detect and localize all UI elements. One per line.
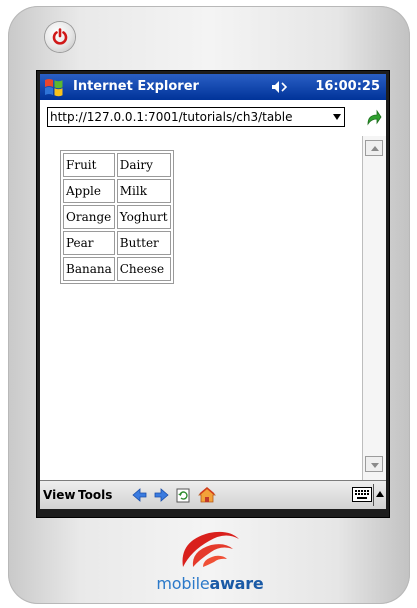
- mobileaware-logo-icon: [182, 531, 239, 567]
- app-title: Internet Explorer: [73, 79, 199, 94]
- brand-suffix: aware: [209, 574, 264, 593]
- brand-prefix: mobile: [156, 574, 210, 593]
- power-button[interactable]: [45, 22, 75, 52]
- go-icon[interactable]: [366, 108, 382, 126]
- url-input[interactable]: http://127.0.0.1:7001/tutorials/ch3/tabl…: [47, 107, 345, 127]
- sip-divider: [373, 484, 374, 506]
- table-cell: Dairy: [116, 153, 171, 177]
- menu-tools[interactable]: Tools: [78, 488, 112, 502]
- table-row: Orange Yoghurt: [63, 205, 171, 229]
- sip-arrow-icon[interactable]: [376, 490, 384, 498]
- dropdown-icon[interactable]: [332, 113, 342, 121]
- table-cell: Yoghurt: [116, 205, 171, 229]
- data-table: Fruit Dairy Apple Milk Orange Yoghurt Pe…: [60, 150, 174, 284]
- address-bar: http://127.0.0.1:7001/tutorials/ch3/tabl…: [40, 100, 386, 136]
- table-row: Pear Butter: [63, 231, 171, 255]
- title-bar: Internet Explorer 16:00:25: [40, 74, 386, 100]
- forward-icon[interactable]: [152, 486, 170, 504]
- back-icon[interactable]: [131, 486, 149, 504]
- table-cell: Orange: [63, 205, 115, 229]
- table-cell: Banana: [63, 257, 115, 281]
- arrow-down-icon: [371, 463, 379, 468]
- menu-view[interactable]: View: [43, 488, 75, 502]
- table-row: Apple Milk: [63, 179, 171, 203]
- home-icon[interactable]: [198, 486, 216, 504]
- vertical-scrollbar[interactable]: [362, 136, 386, 480]
- scroll-down-button[interactable]: [365, 456, 383, 472]
- refresh-icon[interactable]: [175, 486, 193, 504]
- table-row: Banana Cheese: [63, 257, 171, 281]
- brand-wordmark: mobileaware: [150, 574, 270, 593]
- table-cell: Butter: [116, 231, 171, 255]
- page-content: Fruit Dairy Apple Milk Orange Yoghurt Pe…: [40, 136, 362, 480]
- table-cell: Apple: [63, 179, 115, 203]
- table-cell: Fruit: [63, 153, 115, 177]
- table-cell: Cheese: [116, 257, 171, 281]
- arrow-up-icon: [371, 146, 379, 151]
- scroll-up-button[interactable]: [365, 140, 383, 156]
- windows-start-icon[interactable]: [42, 76, 66, 98]
- speaker-icon[interactable]: [270, 79, 288, 95]
- table-cell: Pear: [63, 231, 115, 255]
- clock[interactable]: 16:00:25: [315, 79, 380, 94]
- keyboard-icon[interactable]: [352, 487, 372, 502]
- table-row: Fruit Dairy: [63, 153, 171, 177]
- power-icon: [52, 28, 68, 45]
- menu-bar: View Tools: [40, 480, 386, 509]
- table-cell: Milk: [116, 179, 171, 203]
